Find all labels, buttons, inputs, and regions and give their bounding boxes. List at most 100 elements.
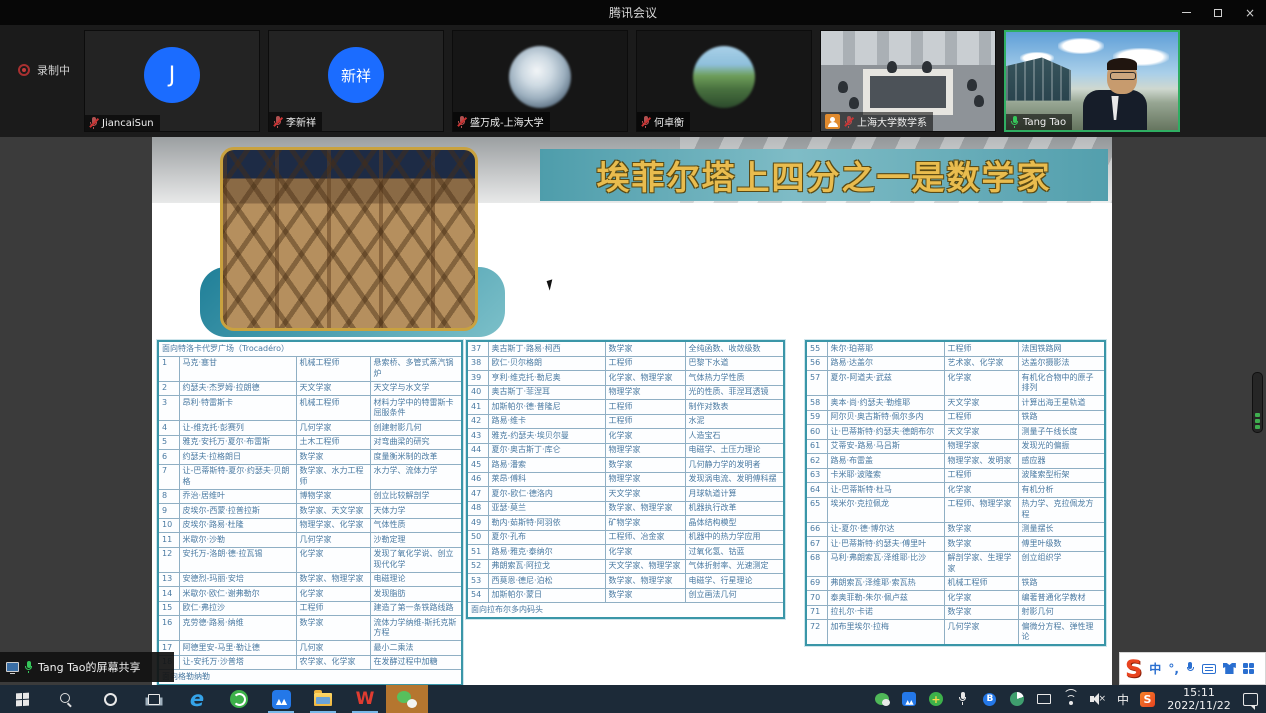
profession: 机械工程师 <box>296 396 370 421</box>
edge-icon: e <box>190 689 204 710</box>
table-row: 38欧仁·贝尔格朗工程师巴黎下水道 <box>467 356 784 371</box>
row-number: 63 <box>806 468 827 483</box>
row-number: 51 <box>467 545 488 560</box>
skin-icon[interactable] <box>1223 663 1236 674</box>
table-row: 60让·巴蒂斯特·约瑟夫·德朗布尔天文学家测量子午线长度 <box>806 425 1105 440</box>
edge-button[interactable]: e <box>176 685 218 713</box>
action-center-icon[interactable] <box>1243 693 1258 706</box>
contribution: 气体性质 <box>370 518 462 533</box>
row-number: 37 <box>467 341 488 356</box>
table-row: 18让-安托万·沙普塔农学家、化学家在发酵过程中加糖 <box>158 655 462 670</box>
row-number: 39 <box>467 371 488 386</box>
bluetooth-tray-icon[interactable]: B <box>982 691 998 707</box>
contribution: 偏微分方程、弹性理论 <box>1018 620 1105 646</box>
scientist-name: 加斯帕尔·德·普隆尼 <box>488 400 605 415</box>
participant-tile[interactable]: 上海大学数学系 <box>820 30 996 132</box>
scientist-name: 约瑟夫·拉格朗日 <box>179 450 296 465</box>
device-tray-icon[interactable] <box>1036 691 1052 707</box>
booster-ball-tray-icon[interactable]: + <box>928 691 944 707</box>
scientist-name: 乔治·居维叶 <box>179 489 296 504</box>
wechat-tray-icon[interactable] <box>874 691 890 707</box>
wps-icon: W <box>356 691 375 708</box>
chinese-mode-icon[interactable]: 中 <box>1149 660 1161 677</box>
contribution: 感应器 <box>1018 454 1105 469</box>
punctuation-icon[interactable]: °, <box>1168 662 1179 676</box>
scientist-name: 让-安托万·沙普塔 <box>179 655 296 670</box>
profession: 物理学家、化学家 <box>296 518 370 533</box>
participant-tile[interactable]: 新祥 李新祥 <box>268 30 444 132</box>
contribution: 创立比较解剖学 <box>370 489 462 504</box>
scientist-name: 泰奥菲勒-朱尔·佩卢兹 <box>827 591 944 606</box>
screen-share-label: Tang Tao的屏幕共享 <box>38 659 140 675</box>
row-number: 14 <box>158 587 179 602</box>
table-row: 57夏尔-阿道夫·武兹化学家有机化合物中的原子排列 <box>806 371 1105 396</box>
profession: 矿物学家 <box>605 516 685 531</box>
mic-muted-icon <box>641 116 650 128</box>
contribution: 度量衡米制的改革 <box>370 450 462 465</box>
table-row: 52弗朗索瓦·阿拉戈天文学家、物理学家气体折射率、光速测定 <box>467 559 784 574</box>
profession: 化学家 <box>605 429 685 444</box>
profession: 数学家、物理学家 <box>605 501 685 516</box>
table-row: 70泰奥菲勒-朱尔·佩卢兹化学家编著普通化学教材 <box>806 591 1105 606</box>
table-row: 54加斯帕尔·蒙日数学家创立画法几何 <box>467 588 784 603</box>
row-number: 67 <box>806 537 827 552</box>
contribution: 发现脂肪 <box>370 587 462 602</box>
wifi-icon[interactable] <box>1063 693 1079 705</box>
contribution: 铁路 <box>1018 410 1105 425</box>
table-row: 56路易·达盖尔艺术家、化学家达盖尔摄影法 <box>806 356 1105 371</box>
wps-button[interactable]: W <box>344 685 386 713</box>
row-number: 47 <box>467 487 488 502</box>
table-row: 61艾蒂安-路易·马吕斯物理学家发现光的偏振 <box>806 439 1105 454</box>
minimize-button[interactable] <box>1170 0 1202 25</box>
row-number: 5 <box>158 435 179 450</box>
task-view-button[interactable] <box>132 685 176 713</box>
microphone-tray-icon[interactable] <box>955 691 971 707</box>
toolbox-icon[interactable] <box>1243 663 1254 674</box>
scientist-name: 勒内·茹斯特·阿羽依 <box>488 516 605 531</box>
clock-time: 15:11 <box>1166 686 1232 699</box>
participant-tile[interactable]: 何卓衡 <box>636 30 812 132</box>
table-row: 5雅克·安托万·夏尔·布雷斯土木工程师对弯曲梁的研究 <box>158 435 462 450</box>
avatar: J <box>144 47 200 103</box>
table-row: 42路易·维卡工程师水泥 <box>467 414 784 429</box>
participant-tile[interactable]: 盛万成-上海大学 <box>452 30 628 132</box>
row-number: 7 <box>158 464 179 489</box>
row-number: 57 <box>806 371 827 396</box>
wechat-button[interactable] <box>386 685 428 713</box>
participant-tile-active-speaker[interactable]: Tang Tao <box>1004 30 1180 132</box>
volume-muted-icon[interactable]: × <box>1090 693 1106 705</box>
scientist-name: 阿尔贝·奥古斯特·佩尔多内 <box>827 410 944 425</box>
contribution: 悬索桥、多管式蒸汽锅炉 <box>370 356 462 381</box>
tencent-meeting-tray-icon[interactable]: ▲▲ <box>901 691 917 707</box>
screen-share-toast[interactable]: Tang Tao的屏幕共享 <box>0 652 174 682</box>
contribution: 巴黎下水道 <box>685 356 784 371</box>
cortana-button[interactable] <box>88 685 132 713</box>
profession: 化学家 <box>944 591 1018 606</box>
profession: 几何家 <box>296 641 370 656</box>
participant-tile[interactable]: J JiancaiSun <box>84 30 260 132</box>
search-button[interactable] <box>44 685 88 713</box>
contribution: 流体力学纳维-斯托克斯方程 <box>370 616 462 641</box>
contribution: 天体力学 <box>370 504 462 519</box>
profession: 艺术家、化学家 <box>944 356 1018 371</box>
mouse-cursor <box>547 279 556 290</box>
browser-360-button[interactable] <box>218 685 260 713</box>
sogou-tray-icon[interactable]: S <box>1140 692 1155 707</box>
security-pie-tray-icon[interactable] <box>1009 691 1025 707</box>
close-button[interactable]: × <box>1234 0 1266 25</box>
ime-language-indicator[interactable]: 中 <box>1117 691 1129 708</box>
maximize-button[interactable] <box>1202 0 1234 25</box>
taskbar-clock[interactable]: 15:11 2022/11/22 <box>1166 686 1232 712</box>
start-button[interactable] <box>0 685 44 713</box>
virtual-keyboard-icon[interactable] <box>1202 664 1216 674</box>
scientist-name: 夏尔·孔布 <box>488 530 605 545</box>
row-number: 56 <box>806 356 827 371</box>
profession: 机械工程师 <box>296 356 370 381</box>
sogou-logo-icon[interactable]: S <box>1125 657 1142 681</box>
voice-input-icon[interactable] <box>1186 662 1195 675</box>
scientist-name: 欧仁·贝尔格朗 <box>488 356 605 371</box>
file-explorer-button[interactable] <box>302 685 344 713</box>
tencent-meeting-button[interactable]: ▲▲ <box>260 685 302 713</box>
profession: 土木工程师 <box>296 435 370 450</box>
scientist-name: 米歇尔·欧仁·谢弗勒尔 <box>179 587 296 602</box>
